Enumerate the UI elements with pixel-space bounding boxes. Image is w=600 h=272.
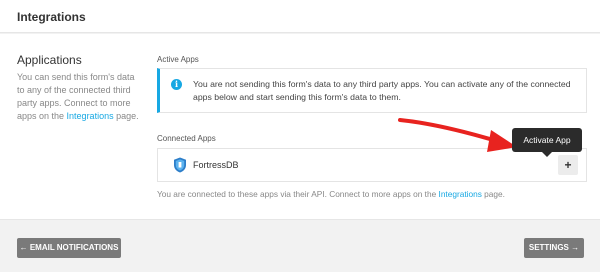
info-icon: i <box>171 79 182 90</box>
applications-sidebar: Applications You can send this form's da… <box>17 53 142 123</box>
integrations-page-link[interactable]: Integrations <box>439 189 482 199</box>
connection-note: You are connected to these apps via thei… <box>157 189 505 199</box>
connection-note-end: page. <box>481 189 505 199</box>
settings-button[interactable]: SETTINGS → <box>524 238 584 258</box>
page-header: Integrations <box>0 0 600 33</box>
connected-apps-label: Connected Apps <box>157 134 216 143</box>
active-apps-label: Active Apps <box>157 55 199 64</box>
applications-description-end: page. <box>113 111 139 121</box>
page-title: Integrations <box>17 10 86 24</box>
shield-icon <box>174 157 186 173</box>
active-apps-notice: i You are not sending this form's data t… <box>157 68 587 113</box>
applications-description: You can send this form's data to any of … <box>17 71 142 123</box>
email-notifications-button[interactable]: ← EMAIL NOTIFICATIONS <box>17 238 121 258</box>
notice-text: You are not sending this form's data to … <box>193 79 571 102</box>
app-name: FortressDB <box>193 160 239 170</box>
activate-app-button[interactable]: + <box>558 155 578 175</box>
activate-app-tooltip: Activate App <box>512 128 582 157</box>
applications-heading: Applications <box>17 53 82 67</box>
integrations-link[interactable]: Integrations <box>67 111 114 121</box>
arrow-annotation <box>398 118 517 152</box>
connection-note-text: You are connected to these apps via thei… <box>157 189 439 199</box>
